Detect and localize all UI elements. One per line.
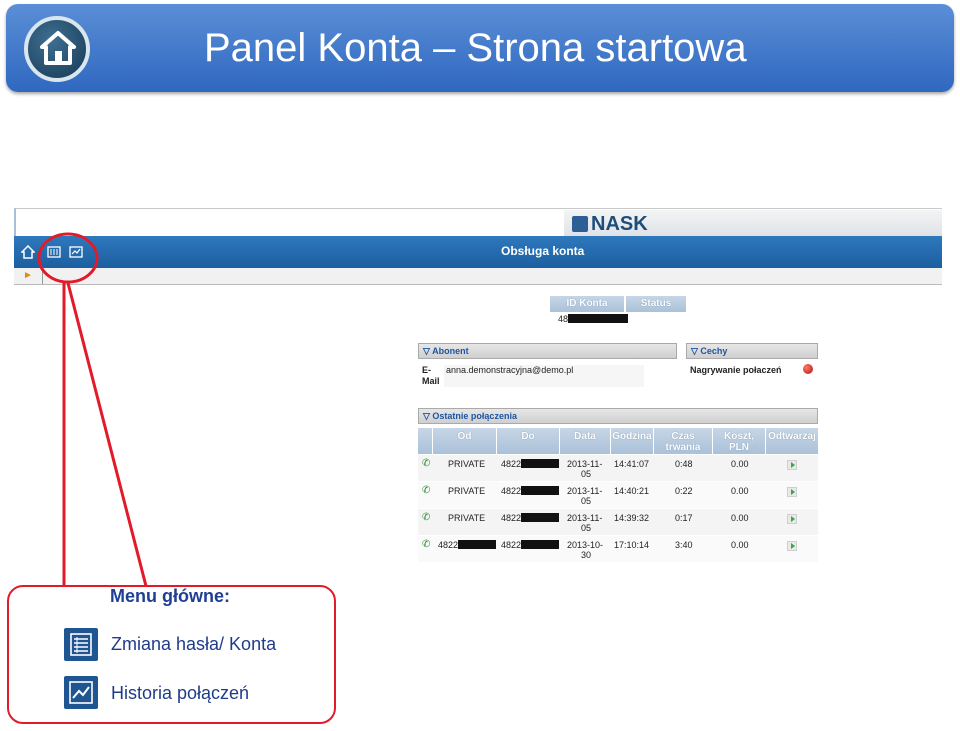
highlight-circle	[37, 232, 99, 284]
menu-item-password: Zmiana hasła/ Konta	[111, 634, 277, 654]
chart-line-icon	[64, 676, 98, 709]
menu-item-history: Historia połączeń	[111, 683, 250, 703]
list-icon	[64, 628, 98, 661]
menu-caption: Menu główne:	[110, 586, 230, 606]
pointer-line	[66, 282, 148, 587]
